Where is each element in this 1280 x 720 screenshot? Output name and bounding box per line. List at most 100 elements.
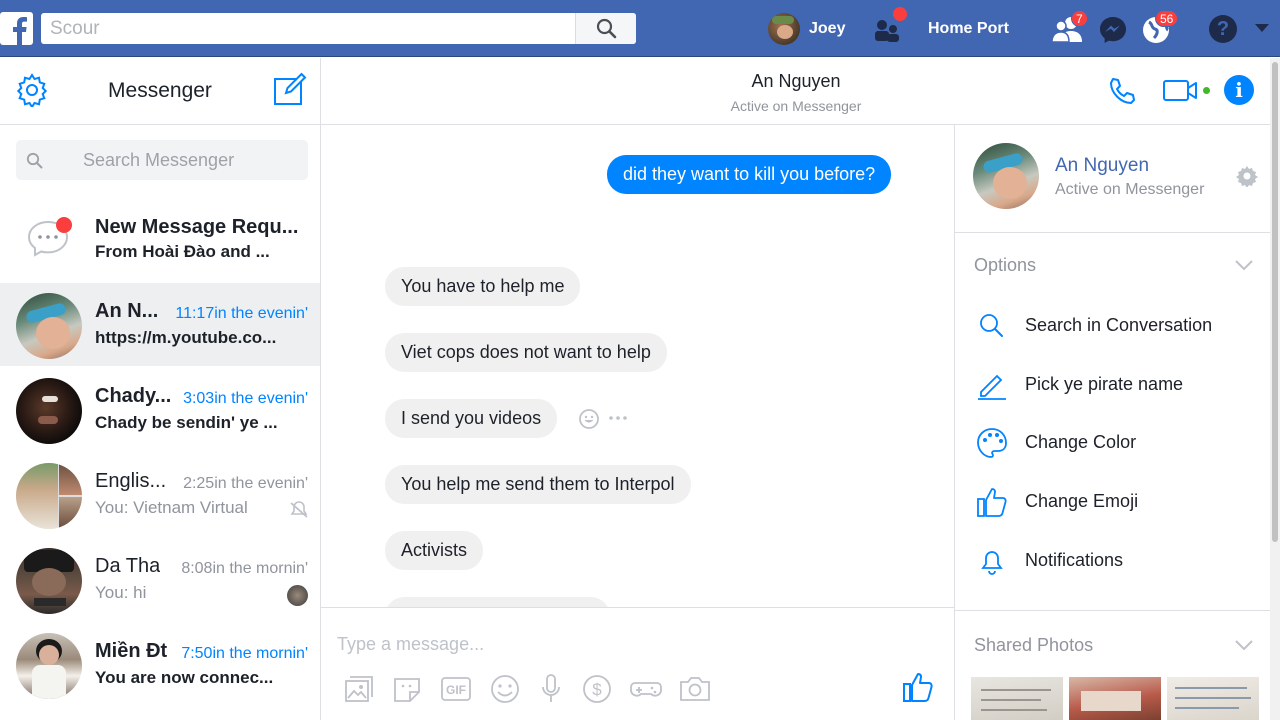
contact-card: An Nguyen Active on Messenger <box>955 125 1270 233</box>
conversation-time: 11:17in the evenin' <box>175 305 308 322</box>
gif-icon[interactable]: GIF <box>439 672 473 706</box>
partially-hidden-message <box>385 597 610 607</box>
find-friends-dot <box>893 7 907 21</box>
conversation-time: 2:25in the evenin' <box>183 475 308 492</box>
question-mark-icon: ? <box>1216 18 1230 40</box>
payment-icon[interactable]: $ <box>580 672 614 706</box>
incoming-message[interactable]: You have to help me <box>385 267 581 306</box>
incoming-message[interactable]: Viet cops does not want to help <box>385 333 667 372</box>
group-avatar <box>16 463 82 529</box>
option-label: Search in Conversation <box>1025 315 1213 335</box>
conversation-info-panel: An Nguyen Active on Messenger Options Se… <box>954 125 1270 720</box>
conversation-header: An Nguyen Active on Messenger i <box>321 58 1280 125</box>
conversation-item-mien-dt[interactable]: Miền Đt 7:50in the mornin' You are now c… <box>0 623 320 706</box>
conversation-snippet: From Hoài Đào and ... <box>95 242 270 261</box>
conversation-name: New Message Requ... <box>95 216 299 238</box>
contact-name-link[interactable]: An Nguyen <box>1055 155 1149 177</box>
shared-photo-thumbnail[interactable] <box>1167 677 1259 720</box>
scrollbar-thumb[interactable] <box>1272 62 1278 542</box>
notifications-badge: 56 <box>1155 10 1179 27</box>
outgoing-message[interactable]: did they want to kill you before? <box>607 155 892 194</box>
shared-photos-title[interactable]: Shared Photos <box>974 635 1093 656</box>
top-navigation-bar: Joey Home Port 7 56 <box>0 0 1280 57</box>
friend-requests-badge: 7 <box>1071 10 1088 27</box>
message-composer: GIF $ <box>321 607 954 720</box>
conversation-name: Da Tha <box>95 555 161 577</box>
messenger-header: Messenger <box>0 58 320 125</box>
emoji-icon[interactable] <box>488 672 522 706</box>
contact-status: Active on Messenger <box>1055 181 1205 198</box>
incoming-message[interactable]: Activists <box>385 531 484 570</box>
camera-icon[interactable] <box>678 672 712 706</box>
message-thread: did they want to kill you before? You ha… <box>321 125 954 607</box>
find-friends-button[interactable] <box>871 7 907 46</box>
conversation-name: Englis... <box>95 470 167 492</box>
conversation-name: An N... <box>95 300 159 322</box>
notifications-button[interactable]: 56 <box>1141 10 1179 46</box>
facebook-logo-icon[interactable] <box>0 12 33 45</box>
new-message-button[interactable] <box>272 71 308 107</box>
facebook-search-input[interactable] <box>41 13 575 44</box>
message-requests-item[interactable]: New Message Requ... From Hoài Đào and ..… <box>0 196 320 279</box>
unread-dot <box>56 217 72 233</box>
profile-avatar <box>768 13 800 45</box>
friend-requests-button[interactable]: 7 <box>1051 10 1088 44</box>
conversation-time: 7:50in the mornin' <box>181 645 308 662</box>
microphone-icon[interactable] <box>534 672 568 706</box>
conversation-name: Miền Đt <box>95 640 168 662</box>
option-change-color[interactable]: Change Color <box>955 418 1270 468</box>
chevron-down-icon[interactable] <box>1234 638 1254 652</box>
avatar <box>16 378 82 444</box>
conversation-snippet: Chady be sendin' ye ... <box>95 413 278 432</box>
option-nicknames[interactable]: Pick ye pirate name <box>955 360 1270 410</box>
conversation-time: 3:03in the evenin' <box>183 390 308 407</box>
compose-icon <box>274 72 307 105</box>
video-camera-icon <box>1163 80 1197 101</box>
conversation-info-button[interactable]: i <box>1224 75 1254 105</box>
account-menu-chevron-icon[interactable] <box>1255 24 1269 32</box>
incoming-message[interactable]: I send you videos <box>385 399 558 438</box>
conversation-list-panel: Messenger New Message Requ... From Hoài … <box>0 58 321 720</box>
profile-link[interactable]: Joey <box>768 12 848 45</box>
option-change-emoji[interactable]: Change Emoji <box>955 477 1270 527</box>
game-controller-icon[interactable] <box>629 672 663 706</box>
more-actions-button[interactable] <box>608 410 628 426</box>
thumbs-up-send-icon[interactable] <box>901 670 935 704</box>
avatar <box>16 548 82 614</box>
gear-icon[interactable] <box>1236 165 1258 187</box>
home-link[interactable]: Home Port <box>928 20 1009 38</box>
conversation-item-chady[interactable]: Chady... 3:03in the evenin' Chady be sen… <box>0 368 320 451</box>
conversation-item-english-group[interactable]: Englis... 2:25in the evenin' You: Vietna… <box>0 453 320 536</box>
message-input[interactable] <box>337 630 917 658</box>
conversation-name: Chady... <box>95 385 172 407</box>
conversation-item-da-tha[interactable]: Da Tha 8:08in the mornin' You: hi <box>0 538 320 621</box>
help-button[interactable]: ? <box>1209 15 1237 43</box>
contact-avatar[interactable] <box>973 143 1039 209</box>
react-button[interactable] <box>578 408 600 430</box>
shared-photo-thumbnail[interactable] <box>1069 677 1161 720</box>
photo-icon[interactable] <box>342 672 376 706</box>
shared-photo-thumbnail[interactable] <box>971 677 1063 720</box>
incoming-message[interactable]: You help me send them to Interpol <box>385 465 691 504</box>
page-scrollbar[interactable] <box>1270 58 1280 720</box>
thumbs-up-icon <box>977 488 1007 517</box>
sticker-icon[interactable] <box>390 672 424 706</box>
option-label: Notifications <box>1025 550 1124 570</box>
options-section-title[interactable]: Options <box>974 255 1036 276</box>
search-button[interactable] <box>575 13 636 44</box>
svg-text:GIF: GIF <box>446 683 466 697</box>
search-icon <box>596 18 617 39</box>
voice-call-button[interactable] <box>1105 76 1137 108</box>
messenger-button[interactable] <box>1098 15 1128 45</box>
option-search-in-conversation[interactable]: Search in Conversation <box>955 301 1270 351</box>
messenger-search-box <box>16 140 308 180</box>
messenger-search-input[interactable] <box>16 140 306 180</box>
chevron-down-icon[interactable] <box>1234 258 1254 272</box>
video-call-button[interactable] <box>1163 78 1211 104</box>
seen-avatar <box>287 585 308 606</box>
option-notifications[interactable]: Notifications <box>955 536 1270 586</box>
avatar <box>16 293 82 359</box>
conversation-item-an-nguyen[interactable]: An N... 11:17in the evenin' https://m.yo… <box>0 283 320 366</box>
muted-icon <box>290 501 308 518</box>
search-icon <box>980 314 1003 337</box>
